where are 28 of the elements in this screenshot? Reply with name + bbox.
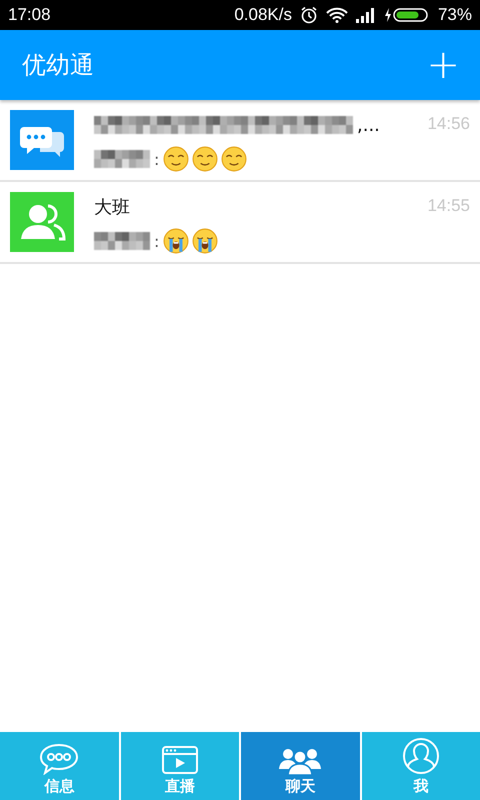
battery-percent: 73% (438, 5, 472, 25)
tab[interactable]: 信息 (0, 732, 118, 800)
tab[interactable]: 聊天 (241, 732, 360, 800)
colon: : (154, 232, 160, 250)
add-button[interactable]: + (422, 45, 464, 85)
user-profile-icon (402, 737, 440, 775)
colon: : (154, 150, 160, 168)
title-ellipsis: ,... (357, 114, 380, 136)
alarm-icon (300, 6, 318, 24)
two-people-icon (10, 192, 74, 252)
chat-bubbles-icon (10, 110, 74, 170)
three-people-icon (278, 747, 322, 775)
app-title: 优幼通 (22, 50, 95, 81)
smiling-face-icon (192, 146, 218, 172)
smiling-face-icon (163, 146, 190, 172)
crying-face-icon (192, 228, 218, 254)
network-speed: 0.08K/s (234, 5, 292, 25)
tab[interactable]: 直播 (120, 732, 239, 800)
signal-icon (356, 7, 376, 23)
crying-face-icon (163, 228, 190, 254)
speech-bubble-icon (39, 743, 80, 775)
battery-icon (384, 7, 430, 23)
smiling-face-icon (221, 146, 248, 172)
video-player-icon (160, 745, 199, 775)
tab[interactable]: 我 (362, 732, 480, 800)
wifi-icon (326, 7, 348, 23)
clock: 17:08 (8, 5, 51, 25)
conversation-title: 大班 (94, 196, 130, 219)
